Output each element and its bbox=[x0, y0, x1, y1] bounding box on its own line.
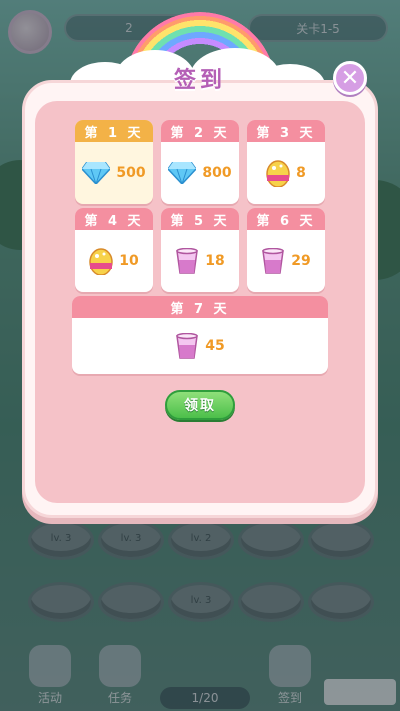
diamond-icon bbox=[82, 162, 111, 184]
claim-button[interactable]: 领取 bbox=[165, 390, 235, 420]
close-button[interactable]: ✕ bbox=[333, 61, 367, 95]
day-card-1[interactable]: 第 1 天 500 bbox=[75, 120, 153, 204]
reward-amount: 800 bbox=[202, 165, 232, 181]
claim-label: 领取 bbox=[184, 398, 216, 414]
reward-amount: 500 bbox=[116, 165, 146, 181]
egg-icon bbox=[89, 247, 113, 275]
day-card-2[interactable]: 第 2 天 800 bbox=[161, 120, 239, 204]
day-card-4[interactable]: 第 4 天 10 bbox=[75, 208, 153, 292]
cup-icon bbox=[175, 248, 199, 274]
reward-amount: 45 bbox=[205, 338, 225, 354]
reward-amount: 29 bbox=[291, 253, 311, 269]
day-label: 第 3 天 bbox=[247, 120, 325, 142]
day-card-6[interactable]: 第 6 天 29 bbox=[247, 208, 325, 292]
day-label: 第 7 天 bbox=[72, 296, 328, 318]
egg-icon bbox=[266, 159, 290, 187]
reward-amount: 8 bbox=[296, 165, 306, 181]
day-label: 第 6 天 bbox=[247, 208, 325, 230]
cup-icon bbox=[261, 248, 285, 274]
day-label: 第 5 天 bbox=[161, 208, 239, 230]
day-label: 第 4 天 bbox=[75, 208, 153, 230]
day-card-3[interactable]: 第 3 天 8 bbox=[247, 120, 325, 204]
diamond-icon bbox=[168, 162, 197, 184]
day-label: 第 2 天 bbox=[161, 120, 239, 142]
cup-icon bbox=[175, 333, 199, 359]
day-label: 第 1 天 bbox=[75, 120, 153, 142]
close-icon: ✕ bbox=[340, 65, 360, 91]
reward-amount: 18 bbox=[205, 253, 225, 269]
day-card-7[interactable]: 第 7 天 45 bbox=[72, 296, 328, 374]
reward-amount: 10 bbox=[119, 253, 139, 269]
day-card-5[interactable]: 第 5 天 18 bbox=[161, 208, 239, 292]
